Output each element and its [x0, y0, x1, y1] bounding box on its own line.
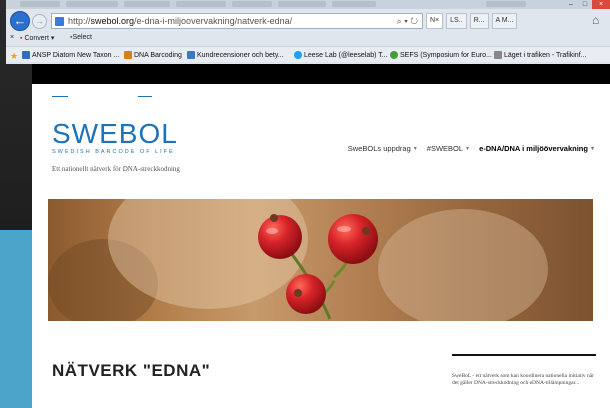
close-toolbar-icon[interactable]: ×: [10, 34, 14, 41]
nav-item-uppdrag[interactable]: SweBOLs uppdrag ▾: [348, 144, 417, 153]
address-tools[interactable]: ⌕ ▾ ↻: [397, 16, 418, 27]
tab-ghost[interactable]: [20, 1, 60, 7]
tab-row: N× LS.. R... A M...: [426, 13, 518, 29]
arrow-right-icon: →: [35, 16, 44, 26]
logo-divider: [138, 96, 152, 97]
berry: [328, 214, 378, 264]
favorite-label: SEFS (Symposium for Euro...: [400, 51, 492, 59]
navigation-bar: ← → http://swebol.org/e-dna-i-miljooverv…: [6, 10, 610, 32]
convert-button[interactable]: ▪ Convert ▾: [20, 34, 54, 42]
tab-ghost[interactable]: [232, 1, 272, 7]
favorite-link[interactable]: SEFS (Symposium for Euro...: [390, 51, 492, 59]
favicon-icon: [22, 51, 30, 59]
browser-tab[interactable]: LS..: [446, 13, 467, 29]
address-bar[interactable]: http://swebol.org/e-dna-i-miljoovervakni…: [51, 13, 423, 29]
favorite-label: ANSP Diatom New Taxon ...: [32, 51, 120, 59]
logo-divider: [52, 96, 68, 97]
favorite-link[interactable]: DNA Barcoding: [124, 51, 182, 59]
minimize-button[interactable]: –: [564, 0, 578, 9]
favorite-link[interactable]: Kundrecensioner och bety...: [187, 51, 284, 59]
favorite-link[interactable]: ANSP Diatom New Taxon ...: [22, 51, 119, 59]
logo-wordmark: SWEBOL: [52, 118, 178, 149]
home-icon[interactable]: ⌂: [592, 14, 606, 27]
favorite-label: Leese Lab (@leeselab) T...: [304, 51, 388, 59]
berries-illustration: [258, 214, 378, 320]
favorite-label: Kundrecensioner och bety...: [197, 51, 284, 59]
command-bar: × ▪ Convert ▾ ▪Select: [6, 33, 610, 45]
select-button[interactable]: ▪Select: [70, 34, 92, 41]
back-button[interactable]: ←: [10, 11, 30, 31]
arrow-left-icon: ←: [13, 13, 27, 28]
favorite-label: Läget i trafiken - Trafikinf...: [504, 51, 587, 59]
browser-tab[interactable]: A M...: [491, 13, 518, 29]
favorites-bar: ★ ANSP Diatom New Taxon ... DNA Barcodin…: [6, 46, 610, 62]
berry-highlight: [337, 226, 351, 232]
sidebar-text: SweBoL - ett nätverk som kan koordinera …: [452, 373, 594, 386]
convert-label: Convert: [24, 35, 49, 42]
page-title: NÄTVERK "EDNA": [52, 361, 211, 380]
nav-label: #SWEBOL: [426, 144, 464, 153]
browser-chrome: – □ × ← → http://swebol.org/e-dna-i-milj…: [6, 0, 610, 64]
chevron-down-icon: ▾: [466, 146, 470, 152]
select-label: Select: [72, 34, 92, 41]
browser-tab[interactable]: R...: [469, 13, 489, 29]
favicon-icon: [187, 51, 195, 59]
berry: [258, 215, 302, 259]
twitter-icon: [294, 51, 302, 59]
hero-image: [48, 199, 593, 321]
berry-tip: [294, 289, 302, 297]
nav-label: SweBOLs uppdrag: [347, 144, 411, 153]
main-navigation: SweBOLs uppdrag ▾ #SWEBOL ▾ e-DNA/DNA i mi…: [348, 144, 594, 153]
sidebar-divider: [452, 354, 596, 356]
berry: [286, 274, 326, 314]
site-tagline: Ett nationellt nätverk för DNA-streckkod…: [52, 165, 180, 173]
browser-tab[interactable]: N×: [426, 13, 444, 29]
window-controls: – □ ×: [564, 0, 610, 9]
browser-title-strip: – □ ×: [6, 0, 610, 9]
tab-ghost[interactable]: [176, 1, 226, 7]
screen: { "browser": { "url_prefix": "http://", …: [0, 0, 610, 408]
favorite-label: DNA Barcoding: [134, 51, 182, 59]
favicon-icon: [390, 51, 398, 59]
address-url[interactable]: http://swebol.org/e-dna-i-miljoovervakni…: [68, 16, 292, 26]
maximize-button[interactable]: □: [578, 0, 592, 9]
favorite-link[interactable]: Leese Lab (@leeselab) T...: [294, 51, 388, 59]
logo-subtitle: SWEDISH BARCODE OF LIFE: [52, 149, 175, 155]
berry-tip: [270, 214, 278, 222]
site-favicon-icon: [55, 17, 64, 26]
web-page: SWEBOL SWEDISH BARCODE OF LIFE Ett natio…: [32, 64, 610, 408]
nav-label: e-DNA/DNA i miljöövervakning: [479, 144, 588, 153]
url-path: /e-dna-i-miljoovervakning/natverk-edna/: [134, 16, 293, 26]
tab-ghost[interactable]: [332, 1, 376, 7]
tab-ghost[interactable]: [66, 1, 118, 7]
nav-item-swebol[interactable]: #SWEBOL ▾: [427, 144, 469, 153]
close-window-button[interactable]: ×: [592, 0, 610, 9]
favorite-link[interactable]: Läget i trafiken - Trafikinf...: [494, 51, 586, 59]
site-top-bar: [32, 64, 610, 84]
favorites-star-icon[interactable]: ★: [10, 51, 18, 62]
forward-button[interactable]: →: [32, 14, 47, 29]
url-host: swebol.org: [90, 16, 135, 26]
site-logo[interactable]: SWEBOL SWEDISH BARCODE OF LIFE: [52, 118, 178, 156]
favicon-icon: [124, 51, 132, 59]
pdf-icon: ▪: [20, 35, 23, 42]
tab-ghost[interactable]: [124, 1, 170, 7]
chevron-down-icon: ▾: [413, 146, 417, 152]
nav-item-edna[interactable]: e-DNA/DNA i miljöövervakning ▾: [479, 144, 594, 153]
url-prefix: http://: [68, 16, 91, 26]
favicon-icon: [494, 51, 502, 59]
berry-tip: [362, 227, 370, 235]
chevron-down-icon: ▾: [590, 146, 594, 152]
desktop-strip: [0, 230, 32, 408]
berry-highlight: [266, 228, 278, 234]
tab-ghost[interactable]: [278, 1, 326, 7]
tab-ghost[interactable]: [486, 1, 526, 7]
